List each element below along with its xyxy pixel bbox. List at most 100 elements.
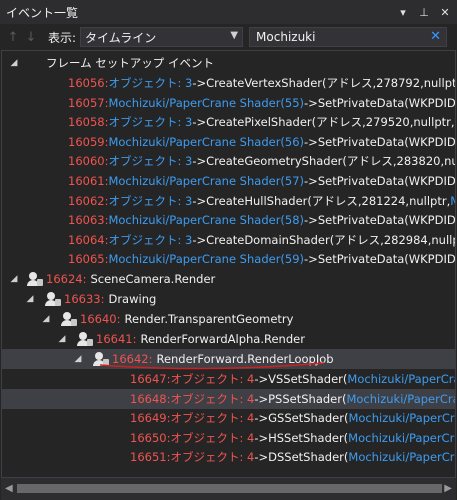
toolbar: ↑ ↓ 表示: タイムライン ▼ ✕	[0, 24, 457, 50]
event-row[interactable]: 16065: Mochizuki/PaperCrane Shader(59) ->S…	[2, 249, 455, 269]
event-row[interactable]: 16061: Mochizuki/PaperCrane Shader(57) ->S…	[2, 171, 455, 191]
event-call: ->CreateGeometryShader(アドレス,283820,nullp…	[192, 154, 456, 169]
event-number: 16064:	[68, 232, 109, 247]
event-number: 16059:	[68, 134, 109, 149]
event-call: ->GSSetShader(	[254, 411, 349, 426]
event-call: ->HSSetShader(	[254, 430, 349, 445]
marker-label: SceneCamera.Render	[90, 272, 216, 286]
expand-triangle-icon[interactable]: ◢	[56, 334, 68, 344]
object-label[interactable]: オブジェクト: 4	[170, 371, 254, 387]
event-number: 16650:	[130, 430, 171, 445]
tree-node-marker[interactable]: ◢ 16641: RenderForwardAlpha.Render	[2, 329, 455, 349]
event-number: 16633:	[64, 292, 105, 306]
event-number: 16640:	[80, 312, 121, 326]
event-call: ->DSSetShader(	[254, 450, 349, 465]
window-dropdown-button[interactable]: ▾	[394, 3, 412, 21]
search-box[interactable]: ✕	[249, 27, 448, 47]
event-call: ->CreateDomainShader(アドレス,282984,nullptr…	[192, 232, 456, 247]
event-number: 16649:	[130, 411, 171, 426]
scrollbar-thumb[interactable]	[17, 484, 442, 493]
event-row[interactable]: 16647: オブジェクト: 4 ->VSSetShader(Mochizuki/P…	[2, 369, 455, 389]
event-number: 16651:	[130, 450, 171, 465]
object-link[interactable]: オブジェクト: 3	[108, 153, 192, 169]
event-number: 16062:	[68, 193, 109, 208]
object-link[interactable]: Mochizuki/PaperCrane Shader(59)	[108, 252, 304, 266]
pin-button[interactable]: ⊥	[415, 3, 433, 21]
event-row[interactable]: 16060: オブジェクト: 3 ->CreateGeometryShader(アド…	[2, 151, 456, 171]
view-label: 表示:	[48, 30, 77, 45]
object-link[interactable]: オブジェクト: 3	[108, 114, 192, 130]
event-tree[interactable]: ◢ フレーム セットアップ イベント 16056: オブジェクト: 3 ->Crea…	[1, 50, 456, 478]
event-row[interactable]: 16058: オブジェクト: 3 ->CreatePixelShader(アドレス,…	[2, 112, 456, 132]
event-row[interactable]: 16059: Mochizuki/PaperCrane Shader(56) ->S…	[2, 132, 456, 152]
event-row[interactable]: 16056: オブジェクト: 3 ->CreateVertexShader(アドレス…	[2, 73, 455, 93]
tree-node-frame-setup[interactable]: ◢ フレーム セットアップ イベント	[2, 53, 455, 73]
object-link[interactable]: Mochizuki/PaperCrane Sha	[348, 450, 455, 464]
user-marker-icon	[44, 291, 61, 307]
object-label[interactable]: オブジェクト: 4	[170, 449, 254, 465]
object-link[interactable]: オブジェクト: 3	[108, 232, 192, 248]
event-call: ->CreatePixelShader(アドレス,279520,nullptr,	[192, 115, 455, 130]
object-link[interactable]: Mochizuki/P	[455, 115, 456, 129]
panel-title: イベント一覧	[6, 5, 79, 20]
event-row[interactable]: 16650: オブジェクト: 4 ->HSSetShader(Mochizuki/P…	[2, 428, 455, 448]
event-number: 16058:	[68, 115, 109, 130]
event-number: 16057:	[68, 95, 109, 110]
event-row[interactable]: 16649: オブジェクト: 4 ->GSSetShader(Mochizuki/P…	[2, 408, 455, 428]
event-number: 16641:	[96, 332, 137, 346]
user-marker-icon	[26, 271, 43, 287]
search-input[interactable]	[256, 30, 427, 44]
event-number: 16624:	[46, 272, 87, 286]
expand-triangle-icon[interactable]: ◢	[8, 58, 20, 68]
object-link[interactable]: Mochizuki/PaperCrane Shader(58)	[108, 213, 304, 227]
marker-label: Drawing	[108, 292, 157, 306]
previous-arrow-icon[interactable]: ↑	[4, 28, 22, 46]
object-link[interactable]: Mochizuki/PaperCrane Shader(56)	[108, 135, 304, 149]
scroll-left-icon[interactable]: ◀	[5, 483, 13, 494]
tree-node-label: フレーム セットアップ イベント	[46, 56, 214, 70]
event-call: ->VSSetShader(	[254, 372, 348, 386]
event-call: ->SetPrivateData(WKPDID_D3DD	[304, 134, 456, 149]
tree-node-marker[interactable]: ◢ 16633: Drawing	[2, 289, 455, 309]
event-number: 16063:	[68, 213, 109, 228]
object-link[interactable]: オブジェクト: 3	[108, 193, 192, 209]
user-marker-icon	[76, 331, 93, 347]
close-button[interactable]: ✕	[436, 3, 454, 21]
object-link[interactable]: Mochizuki/PaperCrane Sha	[348, 411, 455, 425]
object-link[interactable]: Mochizuki/PaperCrane Shader(55)	[108, 96, 304, 110]
user-marker-icon	[60, 311, 77, 327]
expand-triangle-icon[interactable]: ◢	[8, 274, 20, 284]
tree-node-marker[interactable]: ◢ 16640: Render.TransparentGeometry	[2, 309, 455, 329]
event-row[interactable]: 16063: Mochizuki/PaperCrane Shader(58) ->S…	[2, 210, 455, 230]
expand-triangle-icon[interactable]: ◢	[72, 354, 84, 364]
object-label[interactable]: オブジェクト: 4	[170, 410, 254, 426]
event-row[interactable]: 16057: Mochizuki/PaperCrane Shader(55) ->S…	[2, 93, 456, 113]
event-call: ->SetPrivateData(WKPDID_D3DD	[304, 95, 456, 110]
object-link[interactable]: オブジェクト: 3	[108, 75, 192, 91]
object-link[interactable]: Mochizuki/Pa	[450, 194, 455, 208]
scroll-right-icon[interactable]: ▶	[444, 483, 452, 494]
marker-label: Render.TransparentGeometry	[124, 312, 294, 326]
event-row[interactable]: 16064: オブジェクト: 3 ->CreateDomainShader(アドレス…	[2, 230, 456, 250]
marker-label: RenderForwardAlpha.Render	[140, 332, 305, 346]
object-link[interactable]: Mochizuki/PaperCrane Shader(57)	[108, 174, 304, 188]
event-row[interactable]: 16062: オブジェクト: 3 ->CreateHullShader(アドレス,2…	[2, 191, 455, 211]
expand-triangle-icon[interactable]: ◢	[24, 294, 36, 304]
object-link[interactable]: Mochizuki/PaperCrane Sha	[348, 431, 455, 445]
object-link[interactable]: Mochizuki/PaperCrane Sha	[347, 372, 455, 386]
panel-titlebar: イベント一覧 ▾ ⊥ ✕	[0, 0, 457, 24]
event-call: ->CreateHullShader(アドレス,281224,nullptr,	[192, 193, 451, 208]
object-label[interactable]: オブジェクト: 4	[170, 391, 254, 407]
chevron-down-icon: ▼	[230, 30, 239, 41]
event-number: 16065:	[68, 252, 109, 267]
expand-triangle-icon[interactable]: ◢	[40, 314, 52, 324]
clear-search-icon[interactable]: ✕	[430, 29, 441, 44]
view-mode-dropdown[interactable]: タイムライン ▼	[80, 27, 244, 47]
next-arrow-icon[interactable]: ↓	[22, 28, 40, 46]
event-row[interactable]: 16648: オブジェクト: 4 ->PSSetShader(Mochizuki/P…	[2, 388, 455, 409]
tree-node-marker[interactable]: ◢ 16624: SceneCamera.Render	[2, 269, 455, 289]
object-label[interactable]: オブジェクト: 4	[170, 430, 254, 446]
horizontal-scrollbar[interactable]: ◀ ▶	[1, 478, 456, 500]
object-link[interactable]: Mochizuki/PaperCrane Sha	[346, 392, 455, 406]
event-row[interactable]: 16651: オブジェクト: 4 ->DSSetShader(Mochizuki/P…	[2, 447, 455, 467]
